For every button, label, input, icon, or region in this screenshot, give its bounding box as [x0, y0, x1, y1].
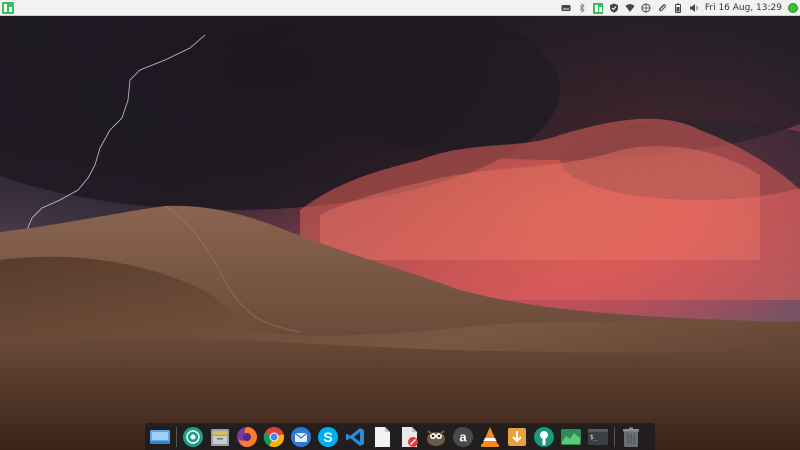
svg-text:S: S	[323, 429, 332, 445]
clock[interactable]: Fri 16 Aug, 13:29	[705, 3, 782, 13]
file-manager-icon[interactable]	[208, 425, 231, 448]
settings-manager-icon[interactable]	[532, 425, 555, 448]
downloader-icon[interactable]	[505, 425, 528, 448]
skype-icon[interactable]: S	[316, 425, 339, 448]
desktop-switcher-icon[interactable]	[148, 425, 171, 448]
dock: S a $_	[145, 423, 655, 450]
trash-icon[interactable]	[619, 425, 642, 448]
gimp-icon[interactable]	[424, 425, 447, 448]
top-panel: Fri 16 Aug, 13:29	[0, 0, 800, 16]
system-tray: Fri 16 Aug, 13:29	[561, 0, 798, 16]
vlc-icon[interactable]	[478, 425, 501, 448]
update-icon[interactable]	[788, 3, 798, 13]
manjaro-settings-icon[interactable]	[592, 2, 603, 14]
amazon-icon[interactable]: a	[451, 425, 474, 448]
svg-text:a: a	[459, 429, 467, 444]
firefox-icon[interactable]	[235, 425, 258, 448]
manjaro-menu-icon[interactable]	[2, 1, 14, 14]
chrome-icon[interactable]	[262, 425, 285, 448]
wifi-icon[interactable]	[625, 3, 635, 13]
network-icon[interactable]	[641, 3, 651, 13]
attachment-icon[interactable]	[657, 3, 667, 13]
text-editor-icon[interactable]	[370, 425, 393, 448]
screenshot-tool-icon[interactable]	[181, 425, 204, 448]
dock-separator	[176, 426, 177, 447]
volume-icon[interactable]	[689, 3, 699, 13]
system-monitor-icon[interactable]	[559, 425, 582, 448]
terminal-icon[interactable]: $_	[586, 425, 609, 448]
document-viewer-icon[interactable]	[397, 425, 420, 448]
battery-icon[interactable]	[673, 3, 683, 13]
dock-separator	[614, 426, 615, 447]
svg-text:$_: $_	[590, 434, 598, 441]
bluetooth-icon[interactable]	[577, 3, 587, 13]
shield-icon[interactable]	[609, 3, 619, 13]
desktop-wallpaper	[0, 0, 800, 450]
thunderbird-icon[interactable]	[289, 425, 312, 448]
vscode-icon[interactable]	[343, 425, 366, 448]
keyboard-icon[interactable]	[561, 3, 571, 13]
